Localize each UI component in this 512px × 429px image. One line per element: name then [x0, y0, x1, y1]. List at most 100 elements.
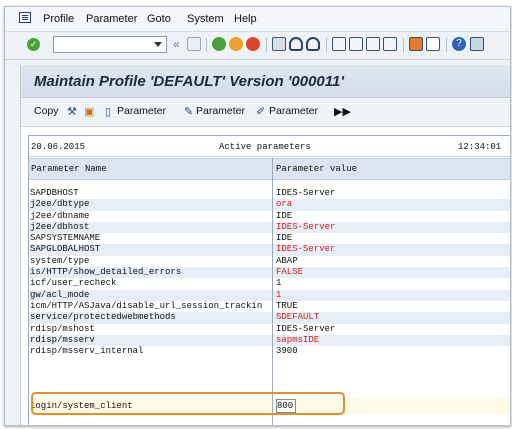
command-field[interactable]	[53, 36, 167, 53]
menu-system[interactable]: System	[187, 13, 224, 25]
last-page-icon[interactable]	[383, 37, 397, 51]
table-row[interactable]: system/type ABAP	[29, 255, 510, 267]
column-header-value: Parameter value	[276, 164, 358, 174]
document-icon[interactable]: ▯	[105, 105, 111, 118]
row-name: icf/user_recheck	[30, 278, 117, 289]
save-icon[interactable]	[187, 37, 201, 51]
column-header-name: Parameter Name	[31, 164, 107, 174]
row-value: ABAP	[276, 255, 298, 266]
back-icon[interactable]	[212, 37, 226, 51]
row-value: 1	[276, 278, 282, 289]
row-value: ora	[276, 199, 293, 210]
layout-icon[interactable]	[470, 37, 484, 51]
table-row[interactable]: rdisp/mshost IDES-Server	[29, 323, 510, 335]
chevron-down-icon[interactable]	[154, 42, 162, 47]
parameter-create-button[interactable]: Parameter	[269, 105, 318, 117]
row-name: icm/HTTP/ASJava/disable_url_session_trac…	[30, 300, 263, 311]
list-time: 12:34:01	[458, 142, 502, 152]
first-page-icon[interactable]	[332, 37, 346, 51]
previous-page-icon[interactable]	[349, 37, 363, 51]
parameter-rows: SAPDBHOST IDES-Server j2ee/dbtype ora j2ee/d…	[29, 188, 510, 357]
magic-wand-icon[interactable]: ⚒	[67, 105, 77, 118]
row-value: IDE	[276, 233, 293, 244]
help-icon[interactable]: ?	[452, 37, 466, 51]
row-value: FALSE	[276, 267, 304, 278]
column-divider	[272, 158, 273, 425]
row-name: rdisp/msserv	[30, 334, 95, 345]
menu-parameter[interactable]: Parameter	[86, 13, 137, 25]
next-page-icon[interactable]	[366, 37, 380, 51]
row-value: IDES-Server	[276, 221, 336, 232]
new-session-icon[interactable]	[409, 37, 423, 51]
print-icon[interactable]	[272, 37, 286, 51]
row-name: SAPGLOBALHOST	[30, 244, 101, 255]
row-value: IDES-Server	[276, 323, 336, 334]
highlight-frame	[31, 392, 345, 415]
row-value: IDES-Server	[276, 188, 336, 198]
pencil-icon[interactable]: ✎	[184, 105, 193, 118]
parameter-display-button[interactable]: Parameter	[117, 105, 166, 117]
row-name: j2ee/dbname	[30, 210, 90, 221]
list-heading: Active parameters	[219, 142, 311, 152]
row-name: SAPDBHOST	[30, 188, 79, 198]
table-row[interactable]: j2ee/dbname IDE	[29, 210, 510, 222]
menu-profile[interactable]: Profile	[43, 13, 74, 25]
table-row[interactable]: rdisp/msserv_internal 3900	[29, 346, 510, 357]
row-name: system/type	[30, 255, 90, 266]
shortcut-icon[interactable]	[426, 37, 440, 51]
toolbar-separator	[403, 38, 404, 52]
enter-icon[interactable]: ✓	[27, 38, 40, 51]
exit-icon[interactable]	[229, 37, 243, 51]
row-value: 3900	[276, 346, 298, 357]
pencil-glasses-icon[interactable]: ✐	[256, 105, 265, 118]
menu-help[interactable]: Help	[234, 13, 257, 25]
row-value: sapmsIDE	[276, 334, 320, 345]
table-row[interactable]: is/HTTP/show_detailed_errors FALSE	[29, 267, 510, 279]
parameter-grid: 20.06.2015 Active parameters 12:34:01 Pa…	[28, 135, 510, 425]
sap-menu-icon[interactable]	[19, 12, 31, 23]
main-content: Maintain Profile 'DEFAULT' Version '0000…	[20, 65, 510, 425]
table-row[interactable]: icf/user_recheck 1	[29, 278, 510, 289]
list-date: 20.06.2015	[31, 142, 86, 152]
menu-goto[interactable]: Goto	[147, 13, 171, 25]
collapse-icon[interactable]: «	[173, 37, 180, 51]
row-name: j2ee/dbtype	[30, 199, 90, 210]
lock-icon[interactable]: ▣	[84, 105, 94, 118]
cancel-icon[interactable]	[246, 37, 260, 51]
table-row[interactable]: icm/HTTP/ASJava/disable_url_session_trac…	[29, 300, 510, 312]
standard-toolbar: ✓ « ?	[5, 32, 510, 60]
row-name: SAPSYSTEMNAME	[30, 233, 101, 244]
table-row[interactable]: service/protectedwebmethods SDEFAULT	[29, 312, 510, 324]
table-row[interactable]: gw/acl_mode 1	[29, 289, 510, 301]
table-row[interactable]: rdisp/msserv sapmsIDE	[29, 334, 510, 347]
row-name: service/protectedwebmethods	[30, 312, 176, 323]
row-value: SDEFAULT	[276, 312, 320, 323]
table-row[interactable]: SAPSYSTEMNAME IDE	[29, 233, 510, 244]
row-name: rdisp/mshost	[30, 323, 95, 334]
sap-window: Profile Parameter Goto System Help ✓ « ?	[4, 6, 511, 426]
table-row[interactable]: j2ee/dbtype ora	[29, 199, 510, 211]
title-bar: Maintain Profile 'DEFAULT' Version '0000…	[21, 65, 510, 98]
row-value: IDES-Server	[276, 244, 336, 255]
toolbar-separator	[326, 38, 327, 52]
toolbar-separator	[206, 38, 207, 52]
page-title: Maintain Profile 'DEFAULT' Version '0000…	[34, 73, 344, 90]
column-header: Parameter Name Parameter value	[29, 158, 510, 180]
find-icon[interactable]	[289, 37, 303, 51]
row-value: IDE	[276, 210, 293, 221]
table-row[interactable]: SAPGLOBALHOST IDES-Server	[29, 244, 510, 256]
menu-bar: Profile Parameter Goto System Help	[5, 7, 510, 32]
row-name: is/HTTP/show_detailed_errors	[30, 267, 182, 278]
more-icon[interactable]: ▶▶	[334, 105, 351, 118]
parameter-change-button[interactable]: Parameter	[196, 105, 245, 117]
toolbar-separator	[446, 38, 447, 52]
copy-button[interactable]: Copy	[34, 105, 59, 117]
row-value: TRUE	[276, 300, 298, 311]
row-name: j2ee/dbhost	[30, 221, 90, 232]
toolbar-separator	[266, 38, 267, 52]
table-row[interactable]: j2ee/dbhost IDES-Server	[29, 221, 510, 234]
find-next-icon[interactable]	[306, 37, 320, 51]
list-header-line: 20.06.2015 Active parameters 12:34:01	[29, 136, 510, 157]
row-name: gw/acl_mode	[30, 289, 90, 300]
table-row[interactable]: SAPDBHOST IDES-Server	[29, 188, 510, 199]
